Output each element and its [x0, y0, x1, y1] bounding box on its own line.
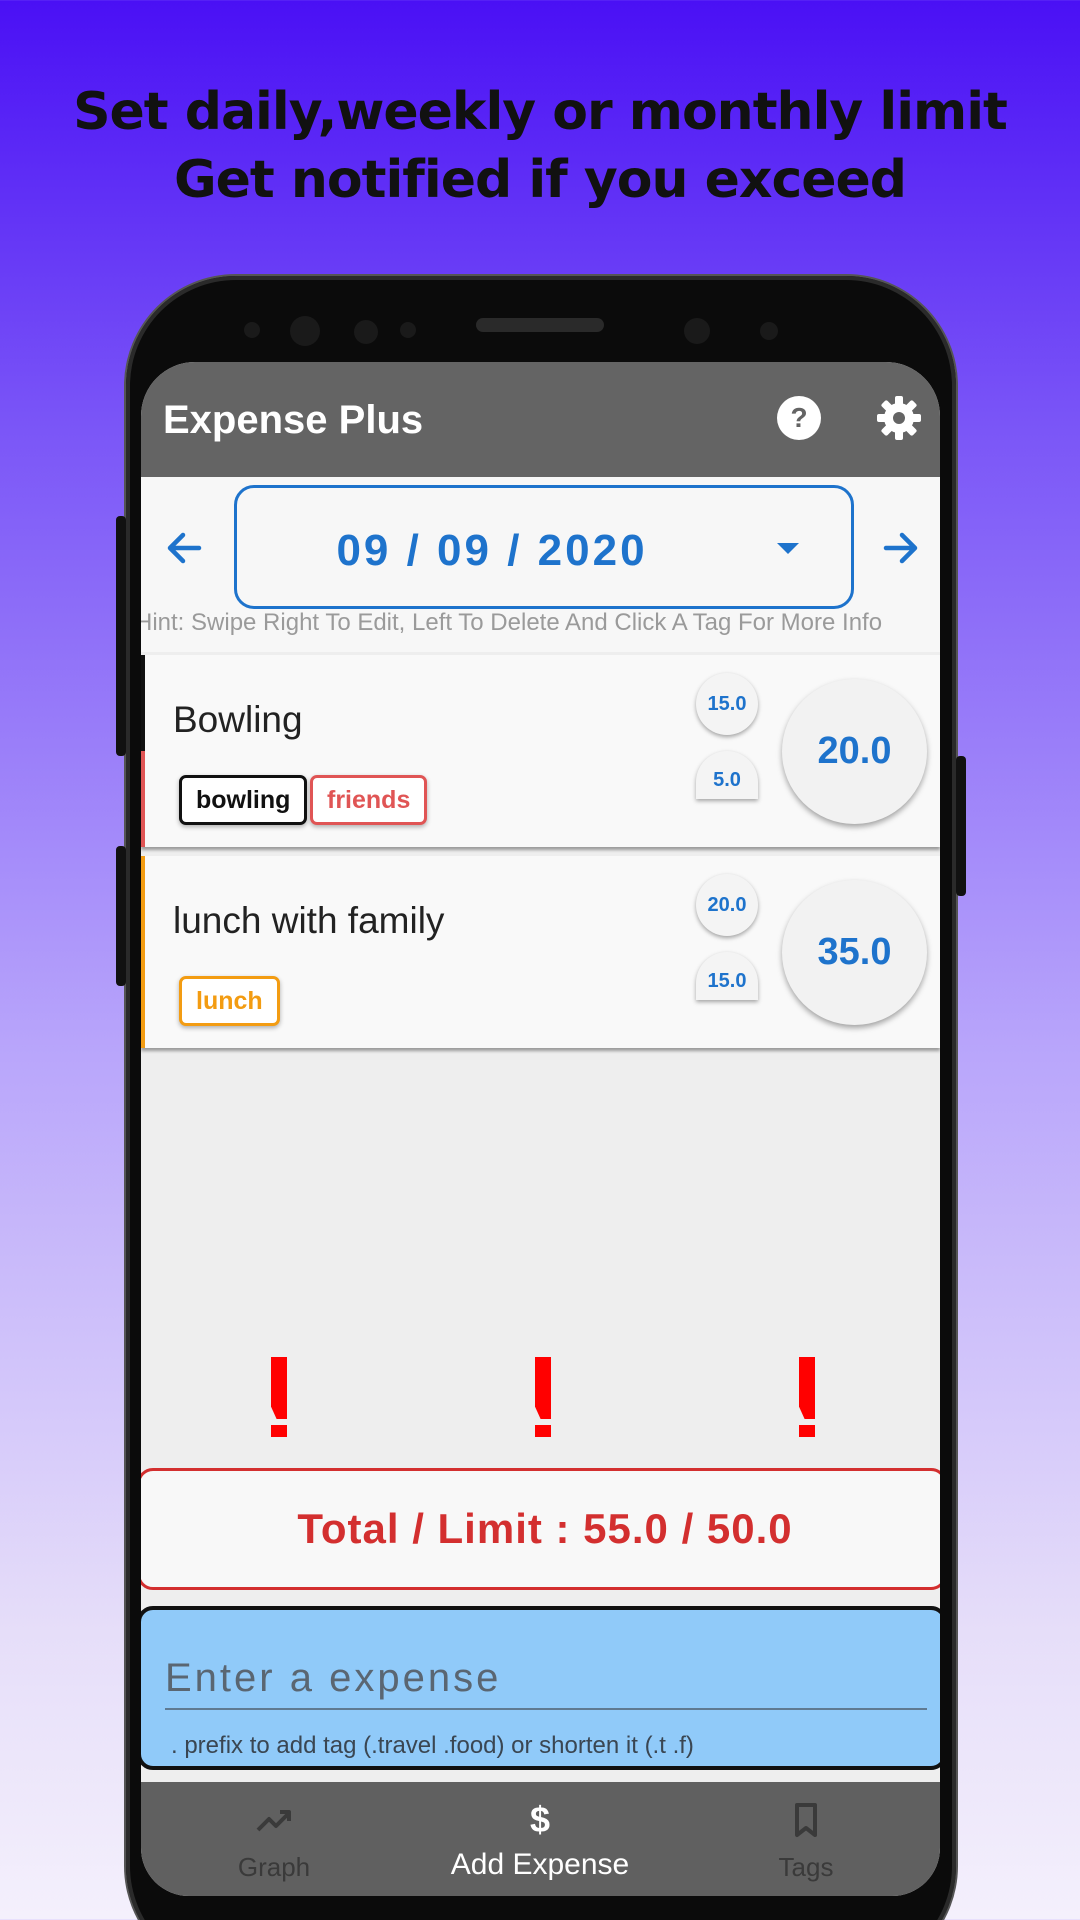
earpiece-speaker [476, 318, 604, 332]
nav-label: Graph [237, 1852, 311, 1882]
svg-text:?: ? [790, 402, 807, 433]
sensor-dot [244, 322, 260, 338]
iris-camera [684, 318, 710, 344]
amount-chip: 15.0 [696, 673, 758, 735]
app-bar: Expense Plus ? [141, 362, 940, 477]
input-helper-text: . prefix to add tag (.travel .food) or s… [171, 1732, 694, 1759]
expense-input[interactable] [165, 1648, 927, 1710]
hint-text: Hint: Swipe Right To Edit, Left To Delet… [141, 609, 883, 636]
caret-down-icon [777, 543, 799, 554]
help-circle-icon[interactable]: ? [775, 394, 823, 442]
card-tag-edge [141, 856, 145, 1048]
bixby-button [116, 846, 126, 986]
arrow-left-icon[interactable] [161, 525, 207, 571]
amount-chip: 20.0 [696, 874, 758, 936]
date-picker-area: 09 / 09 / 2020 Hint: Swipe Right To Edit… [141, 477, 940, 652]
nav-label: Add Expense [450, 1848, 630, 1881]
sensor-dot [354, 320, 378, 344]
expense-total: 35.0 [782, 880, 927, 1025]
promo-headline: Set daily,weekly or monthly limit Get no… [0, 78, 1080, 214]
tag-chip[interactable]: friends [310, 775, 428, 825]
selected-date: 09 / 09 / 2020 [336, 526, 648, 575]
total-limit-text: Total / Limit : 55.0 / 50.0 [297, 1505, 793, 1552]
warning-exclamation-icon [271, 1357, 289, 1437]
amount-chip: 15.0 [696, 952, 758, 1000]
bottom-navigation: Graph $ Add Expense Tags [141, 1782, 940, 1896]
date-picker-field[interactable]: 09 / 09 / 2020 [234, 485, 854, 609]
expense-title: lunch with family [173, 900, 445, 941]
nav-add-expense[interactable]: $ Add Expense [407, 1782, 673, 1896]
promo-line-2: Get notified if you exceed [173, 150, 907, 210]
trending-up-icon [256, 1810, 291, 1832]
nav-tags[interactable]: Tags [673, 1782, 939, 1896]
gear-icon[interactable] [875, 394, 923, 442]
expense-card[interactable]: lunch with family lunch 20.0 15.0 35.0 [141, 856, 940, 1048]
warning-exclamation-icon [799, 1357, 817, 1437]
promo-line-1: Set daily,weekly or monthly limit [73, 82, 1008, 142]
nav-label: Tags [778, 1852, 834, 1882]
app-screen: Expense Plus ? 09 / 09 / 2020 Hint: Swip… [141, 362, 940, 1896]
card-tag-edge [141, 655, 145, 847]
expense-card[interactable]: Bowling bowling friends 15.0 5.0 20.0 [141, 655, 940, 847]
tag-chip[interactable]: lunch [179, 976, 280, 1026]
volume-button [116, 516, 126, 756]
power-button [956, 756, 966, 896]
sensor-dot [400, 322, 416, 338]
expense-input-container: . prefix to add tag (.travel .food) or s… [141, 1606, 940, 1770]
app-title: Expense Plus [163, 398, 424, 442]
bookmark-icon [795, 1803, 817, 1837]
amount-chip: 5.0 [696, 751, 758, 799]
total-limit-summary: Total / Limit : 55.0 / 50.0 [141, 1468, 940, 1590]
expense-title: Bowling [173, 699, 303, 740]
warning-exclamation-icon [535, 1357, 553, 1437]
nav-graph[interactable]: Graph [141, 1782, 407, 1896]
tag-chip[interactable]: bowling [179, 775, 308, 825]
arrow-right-icon[interactable] [878, 525, 924, 571]
front-camera [290, 316, 320, 346]
dollar-icon: $ [529, 1799, 551, 1840]
expense-total: 20.0 [782, 679, 927, 824]
sensor-dot [760, 322, 778, 340]
